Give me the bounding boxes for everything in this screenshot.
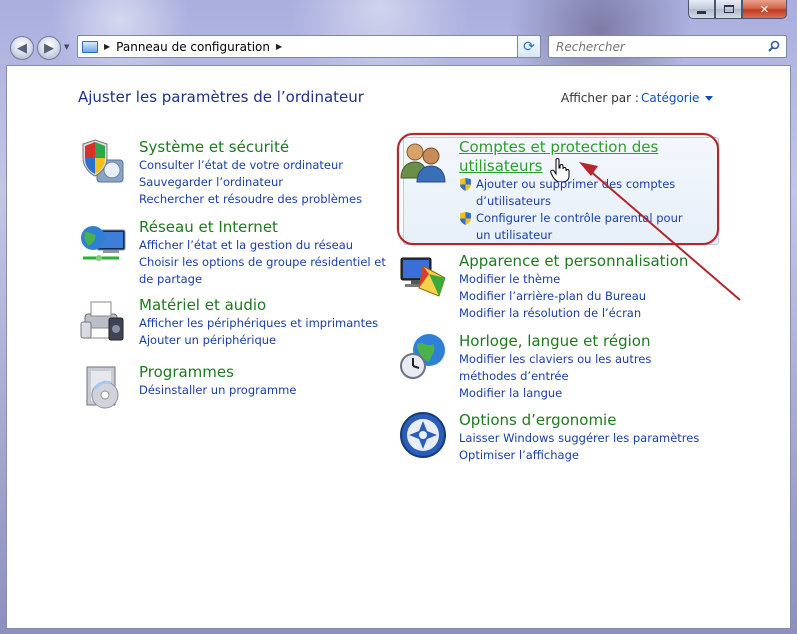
maximize-button[interactable] [715, 0, 742, 19]
link-optimize-display[interactable]: Optimiser l’affichage [459, 447, 699, 464]
view-by-dropdown[interactable]: Catégorie [641, 91, 713, 105]
close-button[interactable]: ✕ [742, 0, 787, 19]
category-title[interactable]: Horloge, langue et région [459, 332, 699, 351]
link-change-desktop-background[interactable]: Modifier l’arrière-plan du Bureau [459, 288, 688, 305]
printer-audio-icon[interactable] [79, 296, 127, 344]
caption-buttons: ✕ [688, 0, 787, 20]
link-devices-printers[interactable]: Afficher les périphériques et imprimante… [139, 315, 378, 332]
breadcrumb-separator-icon[interactable]: ▶ [276, 42, 282, 51]
shield-security-icon[interactable] [79, 138, 127, 186]
hand-cursor-icon [550, 158, 570, 182]
minimize-icon [697, 10, 706, 14]
search-box [548, 35, 787, 58]
search-icon[interactable] [768, 40, 780, 52]
search-input[interactable] [556, 39, 756, 54]
back-button[interactable]: ◀ [10, 36, 34, 60]
minimize-button[interactable] [688, 0, 715, 19]
programs-disc-icon[interactable] [79, 363, 127, 411]
link-change-theme[interactable]: Modifier le thème [459, 271, 688, 288]
ease-of-access-icon[interactable] [399, 411, 447, 459]
category-title[interactable]: Options d’ergonomie [459, 411, 699, 430]
link-uninstall-program[interactable]: Désinstaller un programme [139, 382, 296, 399]
link-backup-computer[interactable]: Sauvegarder l’ordinateur [139, 174, 362, 191]
link-windows-suggest-settings[interactable]: Laisser Windows suggérer les paramètres [459, 430, 699, 447]
link-change-keyboards[interactable]: Modifier les claviers ou les autres méth… [459, 351, 699, 385]
content-pane: Ajuster les paramètres de l’ordinateur A… [6, 65, 791, 629]
category-title[interactable]: Système et sécurité [139, 138, 362, 157]
annotation-circle [397, 133, 719, 245]
link-homegroup-options[interactable]: Choisir les options de groupe résidentie… [139, 254, 389, 288]
refresh-icon: ⟳ [523, 38, 535, 55]
category-title[interactable]: Programmes [139, 363, 296, 382]
page-title: Ajuster les paramètres de l’ordinateur [78, 88, 364, 106]
maximize-icon [723, 5, 734, 13]
clock-globe-icon[interactable] [399, 332, 447, 380]
category-title[interactable]: Réseau et Internet [139, 218, 389, 237]
recent-pages-dropdown[interactable]: ▼ [64, 43, 69, 51]
link-view-computer-status[interactable]: Consulter l’état de votre ordinateur [139, 157, 362, 174]
link-change-screen-resolution[interactable]: Modifier la résolution de l’écran [459, 305, 688, 322]
control-panel-icon [82, 40, 98, 53]
close-icon: ✕ [759, 2, 770, 16]
breadcrumb-control-panel[interactable]: Panneau de configuration [116, 40, 270, 54]
category-title[interactable]: Matériel et audio [139, 296, 378, 315]
breadcrumb-separator-icon[interactable]: ▶ [104, 42, 110, 51]
link-change-language[interactable]: Modifier la langue [459, 385, 699, 402]
link-add-device[interactable]: Ajouter un périphérique [139, 332, 378, 349]
forward-arrow-icon: ▶ [44, 40, 54, 56]
link-troubleshoot[interactable]: Rechercher et résoudre des problèmes [139, 191, 362, 208]
back-arrow-icon: ◀ [17, 40, 27, 56]
category-title[interactable]: Apparence et personnalisation [459, 252, 688, 271]
address-bar[interactable]: ▶ Panneau de configuration ▶ [77, 35, 541, 58]
network-globe-icon[interactable] [79, 218, 127, 266]
refresh-button[interactable]: ⟳ [517, 35, 541, 58]
link-network-status[interactable]: Afficher l’état et la gestion du réseau [139, 237, 389, 254]
view-by-label: Afficher par : [561, 91, 639, 105]
forward-button[interactable]: ▶ [37, 36, 61, 60]
appearance-monitor-icon[interactable] [399, 252, 447, 300]
